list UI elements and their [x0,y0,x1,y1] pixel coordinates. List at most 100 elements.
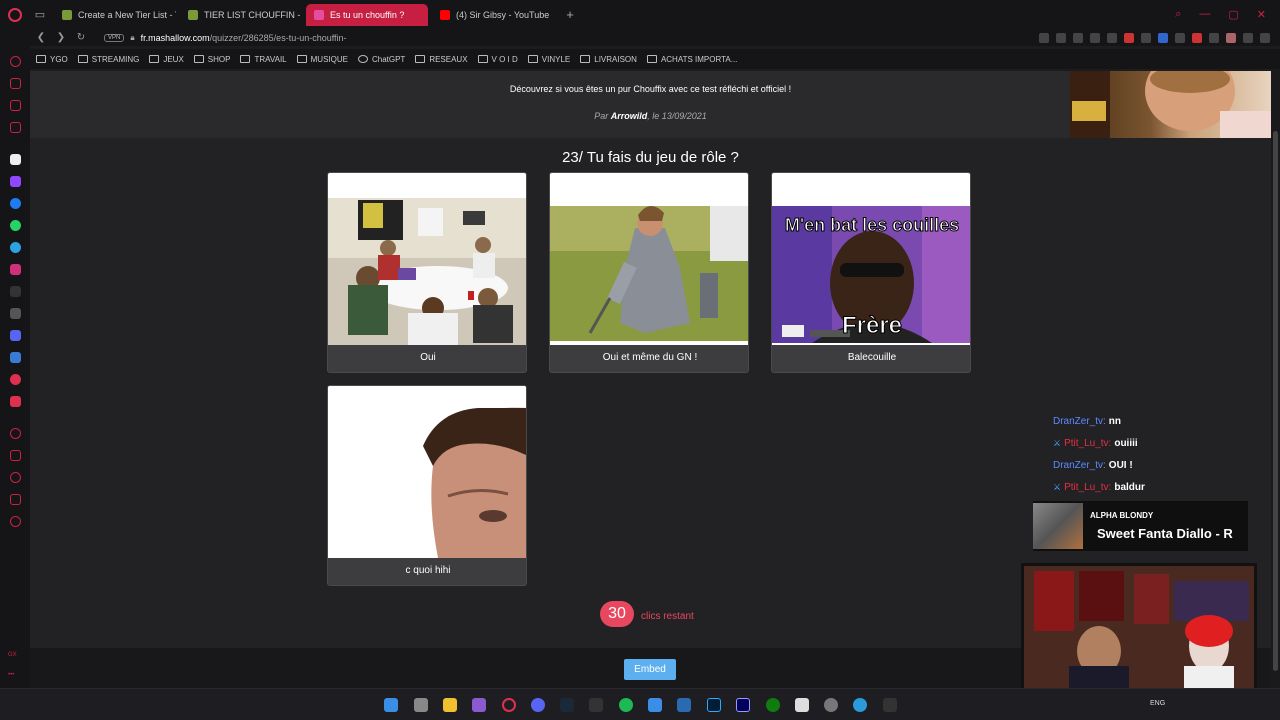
maximize-button[interactable]: ▢ [1228,8,1238,21]
menu-icon[interactable] [1260,32,1270,43]
messenger-blue-icon[interactable] [10,198,21,209]
twitch-icon[interactable] [10,176,21,187]
app-icon[interactable] [795,698,809,712]
settings-icon[interactable] [10,516,21,527]
premiere-icon[interactable] [736,698,750,712]
bookmark-folder[interactable]: SHOP [193,55,230,64]
extension-icon[interactable] [1158,32,1168,43]
answer-card[interactable]: Oui et même du GN ! [549,172,749,373]
extension-icon[interactable] [1124,32,1134,43]
browser-tab-active[interactable]: Es tu un chouffin ? [306,3,428,26]
forward-button[interactable]: ❯ [52,32,70,43]
new-tab-button[interactable]: + [560,7,580,22]
lock-icon[interactable]: 🔒︎ [130,33,134,43]
chat-text: OUI ! [1108,459,1133,471]
app-icon[interactable] [472,698,486,712]
extension-icon[interactable] [1209,32,1219,43]
settings-icon[interactable] [824,698,838,712]
browser-tab[interactable]: (4) Sir Gibsy - YouTube [432,4,554,26]
messenger-icon[interactable] [10,100,21,111]
app-icon[interactable] [677,698,691,712]
browser-tab[interactable]: Create a New Tier List - T [54,4,176,26]
tiktok-icon[interactable] [10,286,21,297]
folder-icon [36,55,46,63]
arc-icon[interactable] [10,154,21,165]
search-tabs-icon[interactable]: ⌕ [1175,8,1181,21]
scrollbar-thumb[interactable] [1273,131,1278,671]
more-icon[interactable]: ••• [8,672,14,678]
bookmark-label: YGO [50,54,68,64]
bookmark-folder[interactable]: STREAMING [77,55,139,64]
music-icon[interactable] [10,374,21,385]
file-explorer-icon[interactable] [443,698,457,712]
windows-start-icon[interactable] [384,698,398,712]
mail-icon[interactable] [10,122,21,133]
workspace-icon[interactable] [10,78,21,89]
workspaces-icon[interactable]: ▭ [30,5,50,25]
bookmark-folder[interactable]: MUSIQUE [296,54,348,64]
history-icon[interactable] [10,428,21,439]
adblock-icon[interactable] [1073,32,1083,43]
player-icon[interactable] [10,396,21,407]
extension-icon[interactable] [1141,32,1151,43]
quiz-author[interactable]: Arrowild [611,111,648,121]
language-indicator[interactable]: ENG [1150,700,1165,707]
instagram-icon[interactable] [10,264,21,275]
minimize-button[interactable]: — [1199,8,1210,21]
downloads-icon[interactable] [10,450,21,461]
spotify-icon[interactable] [619,698,633,712]
photoshop-icon[interactable] [707,698,721,712]
clock-icon[interactable] [10,472,21,483]
answer-card[interactable]: c quoi hihi [327,385,527,586]
discord-icon[interactable] [10,330,21,341]
extension-icon[interactable] [1175,32,1185,43]
bookmark-folder[interactable]: YGO [36,55,68,64]
extensions-icon[interactable] [10,494,21,505]
reload-button[interactable]: ↻ [72,32,90,43]
browser-tab[interactable]: TIER LIST CHOUFFIN - Ti [180,4,302,26]
edge-icon[interactable] [853,698,867,712]
answer-card[interactable]: Oui [327,172,527,373]
vpn-badge[interactable]: VPN [104,33,125,42]
bookmark-folder[interactable]: JEUX [149,55,184,64]
answer-card[interactable]: M'en bat les couilles Frère Balecouille [771,172,971,373]
whatsapp-icon[interactable] [10,220,21,231]
bookmark-label: ChatGPT [371,54,406,64]
steam-icon[interactable] [560,698,574,712]
bookmark-folder[interactable]: LIVRAISON [580,55,637,64]
avatar[interactable] [1226,32,1236,43]
opera-gx-icon[interactable] [502,698,516,712]
task-view-icon[interactable] [414,698,428,712]
url-field[interactable]: fr.mashallow.com/quizzer/286285/es-tu-un… [141,33,347,43]
bookmark-folder[interactable]: RESEAUX [415,55,468,64]
discord-icon[interactable] [531,698,545,712]
opera-logo-icon[interactable] [0,0,30,29]
bookmark-folder[interactable]: V O I D [477,55,518,64]
embed-button[interactable]: Embed [624,659,676,680]
x-icon[interactable] [10,308,21,319]
extension-icon[interactable] [10,352,21,363]
xbox-icon[interactable] [766,698,780,712]
aria-icon[interactable] [10,56,21,67]
bookmark-folder[interactable]: TRAVAIL [240,55,287,64]
telegram-icon[interactable] [10,242,21,253]
heart-icon[interactable] [1107,32,1117,43]
bookmark-chatgpt[interactable]: ChatGPT [357,54,406,64]
folder-icon [527,55,538,63]
close-button[interactable]: ✕ [1257,8,1266,21]
bookmark-folder[interactable]: ACHATS IMPORTA... [646,55,737,64]
back-button[interactable]: ❮ [32,32,50,43]
snapshot-icon[interactable] [1056,32,1066,43]
bookmark-folder[interactable]: VINYLE [527,55,570,64]
page-scrollbar[interactable] [1271,71,1280,688]
bookmark-icon[interactable] [1039,32,1049,43]
bookmark-label: MUSIQUE [310,54,348,64]
epic-games-icon[interactable] [589,698,603,712]
play-icon[interactable] [1090,32,1100,43]
live-app-icon[interactable] [883,698,897,712]
photos-icon[interactable] [648,698,662,712]
extension-icon[interactable] [1192,32,1202,43]
download-icon[interactable] [1243,32,1253,43]
gx-icon[interactable]: GX [8,652,17,658]
youtube-icon [440,9,450,20]
